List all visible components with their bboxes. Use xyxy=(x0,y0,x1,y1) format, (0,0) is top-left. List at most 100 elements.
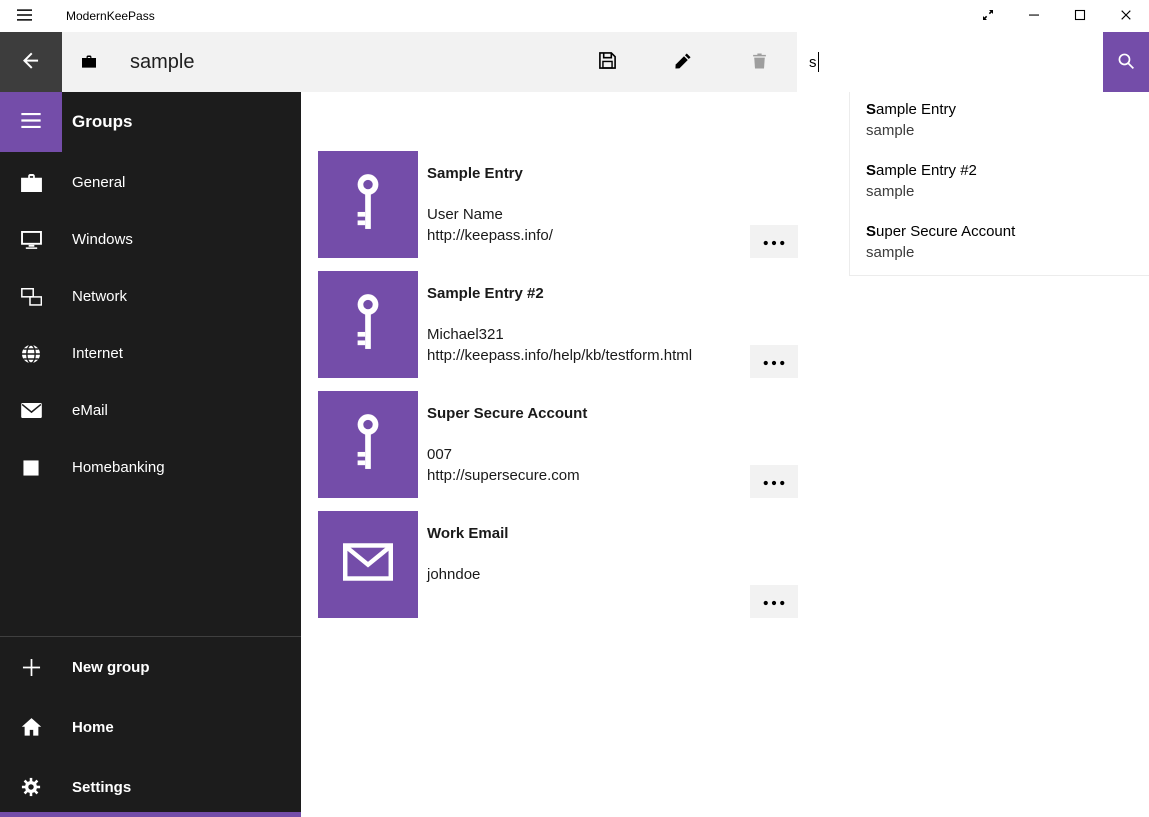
maximize-button[interactable] xyxy=(1057,0,1103,32)
sidebar-item-network[interactable]: Network xyxy=(0,268,301,325)
sidebar-item-label: New group xyxy=(72,659,150,676)
hamburger-icon xyxy=(21,113,41,131)
hamburger-icon xyxy=(17,9,32,24)
app-menu-button[interactable] xyxy=(0,0,48,32)
suggestion-item-sample-entry-2[interactable]: Sample Entry #2 sample xyxy=(850,153,1149,214)
sidebar-item-general[interactable]: General xyxy=(0,154,301,211)
ellipsis-icon xyxy=(763,234,785,249)
minimize-icon xyxy=(1028,9,1040,24)
suggestion-item-sample-entry[interactable]: Sample Entry sample xyxy=(850,92,1149,153)
entry-title: Sample Entry xyxy=(427,164,553,184)
minimize-button[interactable] xyxy=(1011,0,1057,32)
entry-row-super-secure-account[interactable]: Super Secure Account 007 http://supersec… xyxy=(318,391,798,498)
entry-url: http://keepass.info/ xyxy=(427,225,553,246)
briefcase-icon xyxy=(0,174,62,192)
entry-username: User Name xyxy=(427,204,553,225)
back-button[interactable] xyxy=(0,32,62,92)
suggestion-title: Sample Entry xyxy=(866,100,1133,120)
app-title: ModernKeePass xyxy=(66,9,155,23)
database-title: sample xyxy=(130,32,194,92)
sidebar-item-windows[interactable]: Windows xyxy=(0,211,301,268)
envelope-icon xyxy=(0,403,62,418)
database-briefcase-icon xyxy=(82,55,96,73)
suggestion-item-super-secure-account[interactable]: Super Secure Account sample xyxy=(850,214,1149,275)
sidebar-item-label: Network xyxy=(72,288,127,305)
titlebar: ModernKeePass xyxy=(0,0,1149,32)
globe-icon xyxy=(0,344,62,364)
entry-url: http://keepass.info/help/kb/testform.htm… xyxy=(427,345,692,366)
suggestion-group: sample xyxy=(866,120,1133,141)
save-button[interactable] xyxy=(569,32,645,92)
commandbar-actions xyxy=(569,32,797,92)
fullscreen-button[interactable] xyxy=(965,0,1011,32)
gear-icon xyxy=(0,777,62,797)
more-options-button[interactable] xyxy=(750,345,798,378)
key-icon xyxy=(351,174,385,236)
entry-tile xyxy=(318,271,418,378)
maximize-icon xyxy=(1074,9,1086,24)
groups-heading: Groups xyxy=(72,92,132,152)
bank-icon xyxy=(0,460,62,476)
network-icon xyxy=(0,288,62,306)
delete-button[interactable] xyxy=(721,32,797,92)
sidebar-item-label: eMail xyxy=(72,402,108,419)
sidebar-item-label: Internet xyxy=(72,345,123,362)
entry-tile xyxy=(318,391,418,498)
entry-username: johndoe xyxy=(427,564,508,585)
entry-info: Super Secure Account 007 http://supersec… xyxy=(427,391,587,498)
entry-details: User Name http://keepass.info/ xyxy=(427,204,553,246)
sidebar-item-label: Settings xyxy=(72,779,131,796)
search-magnifier-icon xyxy=(1117,52,1135,73)
text-caret xyxy=(818,52,820,72)
entry-list: Sample Entry User Name http://keepass.in… xyxy=(318,151,798,631)
entry-row-sample-entry-2[interactable]: Sample Entry #2 Michael321 http://keepas… xyxy=(318,271,798,378)
sidebar-item-email[interactable]: eMail xyxy=(0,382,301,439)
sidebar-item-homebanking[interactable]: Homebanking xyxy=(0,439,301,496)
home-button[interactable]: Home xyxy=(0,697,301,757)
key-icon xyxy=(351,414,385,476)
entry-title: Work Email xyxy=(427,524,508,544)
home-icon xyxy=(0,717,62,737)
more-options-button[interactable] xyxy=(750,225,798,258)
close-button[interactable] xyxy=(1103,0,1149,32)
envelope-icon xyxy=(343,543,393,586)
sidebar-spacer xyxy=(0,496,301,636)
sidebar-item-internet[interactable]: Internet xyxy=(0,325,301,382)
search-button[interactable] xyxy=(1103,32,1149,92)
fullscreen-icon xyxy=(982,9,994,24)
more-options-button[interactable] xyxy=(750,585,798,618)
entry-title: Sample Entry #2 xyxy=(427,284,692,304)
entry-row-work-email[interactable]: Work Email johndoe xyxy=(318,511,798,618)
command-bar: sample xyxy=(0,32,1149,92)
new-group-button[interactable]: New group xyxy=(0,637,301,697)
entry-tile xyxy=(318,511,418,618)
sidebar-item-label: Homebanking xyxy=(72,459,165,476)
entry-row-sample-entry[interactable]: Sample Entry User Name http://keepass.in… xyxy=(318,151,798,258)
trash-icon xyxy=(751,52,768,73)
monitor-icon xyxy=(0,231,62,249)
edit-pencil-icon xyxy=(674,52,692,73)
entry-title: Super Secure Account xyxy=(427,404,587,424)
sidebar-actions: New group Home xyxy=(0,637,301,817)
edit-button[interactable] xyxy=(645,32,721,92)
group-list: General Windows Network xyxy=(0,154,301,496)
sidebar-item-label: Windows xyxy=(72,231,133,248)
entry-info: Sample Entry #2 Michael321 http://keepas… xyxy=(427,271,692,378)
search-input[interactable]: s xyxy=(797,32,1103,92)
entry-details: 007 http://supersecure.com xyxy=(427,444,587,486)
settings-button[interactable]: Settings xyxy=(0,757,301,817)
suggestion-title: Super Secure Account xyxy=(866,222,1133,242)
search-suggestions-flyout: Sample Entry sample Sample Entry #2 samp… xyxy=(849,92,1149,276)
entry-info: Work Email johndoe xyxy=(427,511,508,618)
entry-details: Michael321 http://keepass.info/help/kb/t… xyxy=(427,324,692,366)
nav-pane-toggle-button[interactable] xyxy=(0,92,62,152)
more-options-button[interactable] xyxy=(750,465,798,498)
entry-info: Sample Entry User Name http://keepass.in… xyxy=(427,151,553,258)
entry-username: Michael321 xyxy=(427,324,692,345)
sidebar-item-label: Home xyxy=(72,719,114,736)
plus-icon xyxy=(0,658,62,677)
suggestion-title: Sample Entry #2 xyxy=(866,161,1133,181)
save-icon xyxy=(598,51,617,73)
key-icon xyxy=(351,294,385,356)
entry-url: http://supersecure.com xyxy=(427,465,587,486)
